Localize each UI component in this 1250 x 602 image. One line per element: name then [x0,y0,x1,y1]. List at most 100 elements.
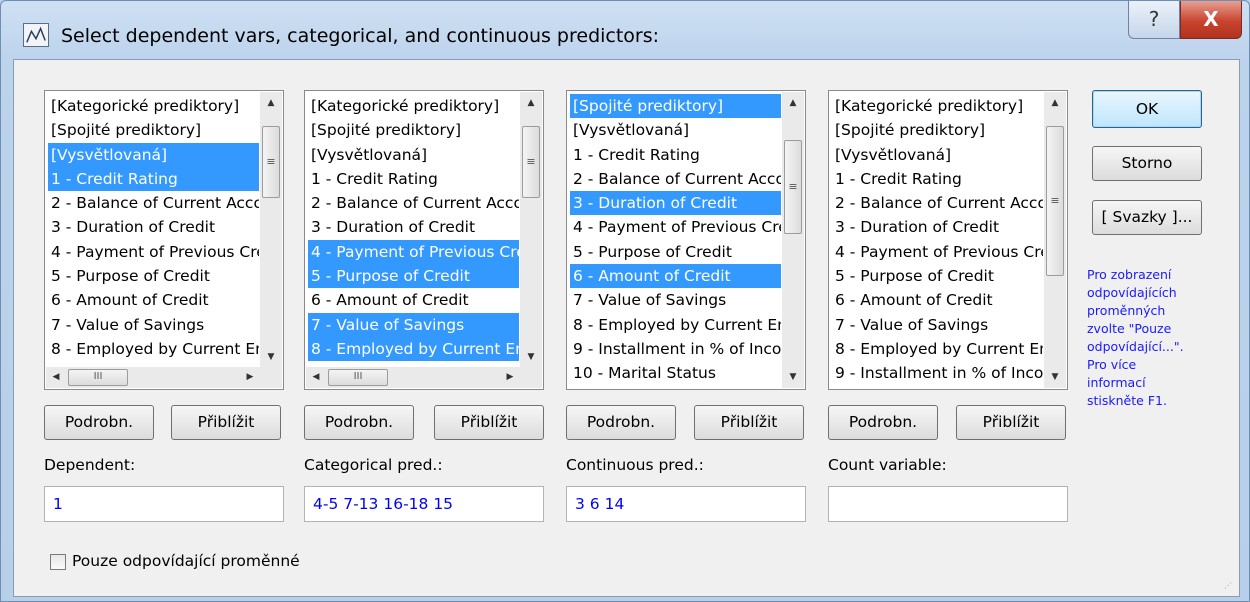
list-item[interactable]: 1 - Credit Rating [570,143,781,167]
scroll-up-arrow-icon[interactable]: ▲ [260,92,282,114]
list-item[interactable]: [Vysvětlovaná] [308,143,519,167]
vertical-scrollbar[interactable]: ▲ ≡ ▼ [1044,92,1066,388]
list-item[interactable]: 6 - Amount of Credit [832,288,1043,312]
list-item[interactable]: 5 - Purpose of Credit [570,240,781,264]
help-button[interactable]: ? [1128,1,1180,39]
list-item[interactable]: 7 - Value of Savings [308,312,519,337]
list-item[interactable]: 7 - Value of Savings [832,313,1043,337]
vertical-scrollbar[interactable]: ▲ ≡ ▼ [260,92,282,368]
list-item[interactable]: [Kategorické prediktory] [48,94,259,118]
dialog-client-area: [Kategorické prediktory] [Spojité predikt… [13,59,1240,597]
list-item[interactable]: 8 - Employed by Current Employer [570,313,781,337]
list-item[interactable]: 1 - Credit Rating [48,166,259,192]
scroll-left-arrow-icon[interactable]: ◀ [306,367,326,388]
scroll-left-arrow-icon[interactable]: ◀ [46,367,66,388]
list-item[interactable]: 5 - Purpose of Credit [308,264,519,289]
list-item[interactable]: 7 - Value of Savings [48,313,259,337]
zoom-button[interactable]: Přiblížit [694,405,804,440]
list-item[interactable]: 9 - Installment in % of Income [832,361,1043,385]
matching-only-label[interactable]: Pouze odpovídající proměnné [72,552,300,570]
count-variable-field[interactable] [828,486,1068,522]
categorical-predictor-list[interactable]: [Kategorické prediktory] [Spojité predikt… [304,90,544,390]
list-item[interactable]: 4 - Payment of Previous Credits [570,215,781,239]
list-item[interactable]: [Spojité prediktory] [308,118,519,142]
continuous-predictor-list[interactable]: [Spojité prediktory] [Vysvětlovaná] 1 - Cr… [566,90,806,390]
h-scroll-thumb[interactable]: III [328,369,388,386]
list-item[interactable]: [Spojité prediktory] [48,118,259,142]
list-item[interactable]: 3 - Duration of Credit [308,215,519,239]
details-button[interactable]: Podrobn. [566,405,676,440]
details-button[interactable]: Podrobn. [828,405,938,440]
horizontal-scrollbar[interactable]: ◀ III ▶ [306,367,520,388]
list-item[interactable]: 3 - Duration of Credit [832,215,1043,239]
zoom-button[interactable]: Přiblížit [171,405,281,440]
list-item[interactable]: [Vysvětlovaná] [48,142,259,167]
list-item[interactable]: 8 - Employed by Current Employer [48,337,259,361]
list-item[interactable]: 6 - Amount of Credit [308,288,519,312]
horizontal-scrollbar[interactable]: ◀ III ▶ [46,367,260,388]
list-item[interactable]: 1 - Credit Rating [308,167,519,191]
vertical-scrollbar[interactable]: ▲ ≡ ▼ [782,92,804,388]
list-item[interactable]: 4 - Payment of Previous Credits [308,239,519,265]
scroll-thumb[interactable]: ≡ [784,140,802,234]
resize-grip-icon[interactable]: ⋰ [1224,581,1236,593]
bundles-button[interactable]: [ Svazky ]... [1092,200,1202,235]
scroll-thumb[interactable]: ≡ [522,126,540,198]
count-variable-list[interactable]: [Kategorické prediktory] [Spojité predikt… [828,90,1068,390]
details-button[interactable]: Podrobn. [44,405,154,440]
list-item[interactable]: 1 - Credit Rating [832,167,1043,191]
list-item[interactable]: [Spojité prediktory] [570,94,781,119]
list-item[interactable]: 4 - Payment of Previous Credits [832,240,1043,264]
list-item[interactable]: 9 - Installment in % of Income [570,337,781,361]
list-item[interactable]: 4 - Payment of Previous Credits [48,240,259,264]
cancel-button[interactable]: Storno [1092,146,1202,181]
scroll-up-arrow-icon[interactable]: ▲ [1044,92,1066,114]
list-item[interactable]: 3 - Duration of Credit [570,191,781,216]
list-item[interactable]: 5 - Purpose of Credit [832,264,1043,288]
list-item[interactable]: 7 - Value of Savings [570,288,781,312]
scroll-down-arrow-icon[interactable]: ▼ [520,346,542,368]
matching-only-checkbox[interactable] [50,554,66,570]
list-item[interactable]: [Spojité prediktory] [832,118,1043,142]
zoom-button[interactable]: Přiblížit [434,405,544,440]
scroll-down-arrow-icon[interactable]: ▼ [1044,366,1066,388]
continuous-label: Continuous pred.: [566,456,704,474]
ok-button[interactable]: OK [1092,90,1202,128]
continuous-field[interactable]: 3 6 14 [566,486,806,522]
list-item[interactable]: 8 - Employed by Current Employer [308,336,519,362]
scroll-right-arrow-icon[interactable]: ▶ [240,367,260,388]
list-item[interactable]: 2 - Balance of Current Account [308,191,519,215]
list-item[interactable]: 6 - Amount of Credit [48,288,259,312]
list-item[interactable]: 8 - Employed by Current Employer [832,337,1043,361]
list-item[interactable]: 6 - Amount of Credit [570,264,781,289]
categorical-field[interactable]: 4-5 7-13 16-18 15 [304,486,544,522]
list-item[interactable]: 2 - Balance of Current Account [832,191,1043,215]
window-title: Select dependent vars, categorical, and … [61,25,660,47]
zoom-button[interactable]: Přiblížit [956,405,1066,440]
scroll-down-arrow-icon[interactable]: ▼ [260,346,282,368]
scroll-down-arrow-icon[interactable]: ▼ [782,366,804,388]
list-items: [Kategorické prediktory] [Spojité predikt… [308,94,519,367]
title-bar[interactable]: Select dependent vars, categorical, and … [1,1,1249,59]
list-item[interactable]: [Vysvětlovaná] [832,143,1043,167]
list-item[interactable]: [Kategorické prediktory] [308,94,519,118]
list-item[interactable]: 5 - Purpose of Credit [48,264,259,288]
scroll-up-arrow-icon[interactable]: ▲ [782,92,804,114]
list-items: [Spojité prediktory] [Vysvětlovaná] 1 - Cr… [570,94,781,390]
list-item[interactable]: [Vysvětlovaná] [570,118,781,142]
list-item[interactable]: 2 - Balance of Current Account [48,191,259,215]
list-item[interactable]: 3 - Duration of Credit [48,215,259,239]
vertical-scrollbar[interactable]: ▲ ≡ ▼ [520,92,542,368]
scroll-thumb[interactable]: ≡ [1046,126,1064,276]
details-button[interactable]: Podrobn. [304,405,414,440]
list-item[interactable]: [Kategorické prediktory] [832,94,1043,118]
scroll-thumb[interactable]: ≡ [262,126,280,198]
dependent-field[interactable]: 1 [44,486,284,522]
dependent-variable-list[interactable]: [Kategorické prediktory] [Spojité predikt… [44,90,284,390]
close-button[interactable]: X [1180,1,1242,39]
list-item[interactable]: 10 - Marital Status [570,361,781,385]
h-scroll-thumb[interactable]: III [68,369,128,386]
scroll-up-arrow-icon[interactable]: ▲ [520,92,542,114]
scroll-right-arrow-icon[interactable]: ▶ [500,367,520,388]
list-item[interactable]: 2 - Balance of Current Account [570,167,781,191]
